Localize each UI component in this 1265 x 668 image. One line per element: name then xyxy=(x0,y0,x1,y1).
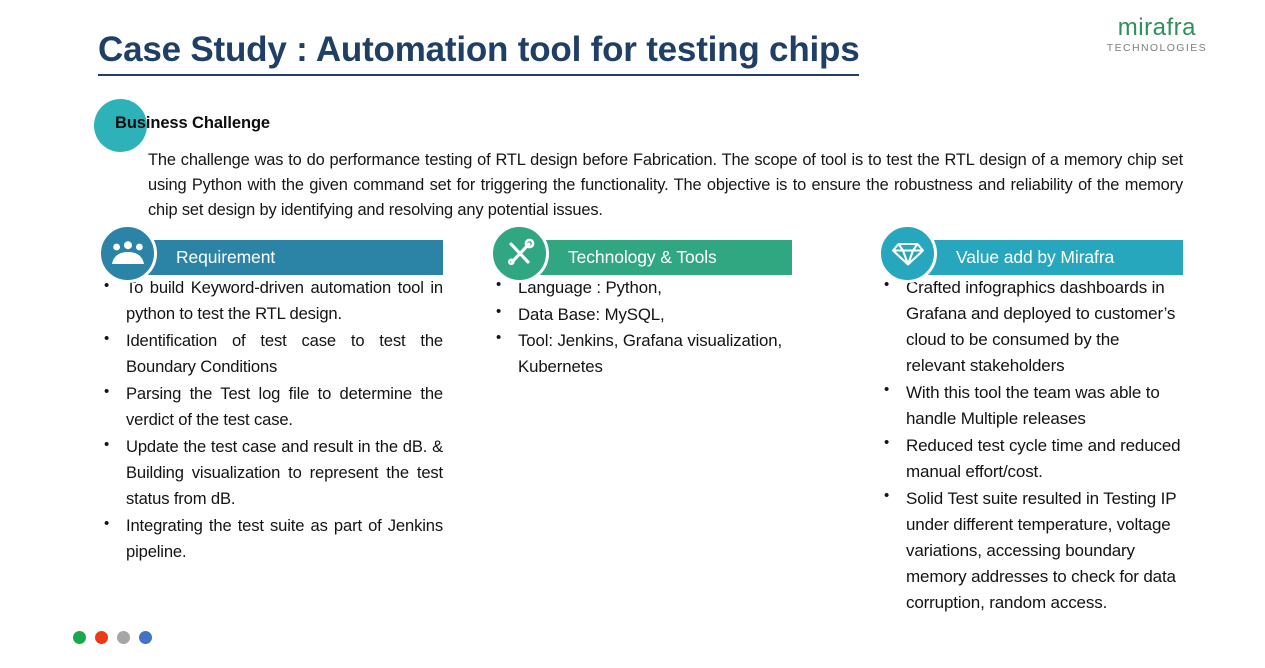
column-requirement: Requirement To build Keyword-driven auto… xyxy=(98,223,443,567)
dot-gray-icon xyxy=(117,631,130,644)
footer-dot-group xyxy=(73,631,152,644)
value-add-banner: Value add by Mirafra xyxy=(878,223,1183,283)
requirement-banner-bar xyxy=(113,240,443,275)
brand-logo: mirafra TECHNOLOGIES xyxy=(1107,16,1207,54)
dot-green-icon xyxy=(73,631,86,644)
requirement-banner: Requirement xyxy=(98,223,443,283)
list-item: To build Keyword-driven automation tool … xyxy=(98,274,443,327)
list-item: Data Base: MySQL, xyxy=(490,301,792,328)
requirement-list: To build Keyword-driven automation tool … xyxy=(98,274,443,566)
people-group-icon xyxy=(98,223,157,283)
list-item: With this tool the team was able to hand… xyxy=(878,379,1183,432)
technology-tools-list: Language : Python, Data Base: MySQL, Too… xyxy=(490,274,792,380)
business-challenge-heading: Business Challenge xyxy=(115,114,270,132)
logo-tagline: TECHNOLOGIES xyxy=(1106,42,1207,54)
list-item: Reduced test cycle time and reduced manu… xyxy=(878,432,1183,485)
value-add-heading: Value add by Mirafra xyxy=(956,247,1115,267)
dot-blue-icon xyxy=(139,631,152,644)
page-title: Case Study : Automation tool for testing… xyxy=(98,30,860,76)
list-item: Language : Python, xyxy=(490,274,792,301)
technology-tools-heading: Technology & Tools xyxy=(568,247,717,267)
diamond-icon xyxy=(878,223,937,283)
business-challenge-body: The challenge was to do performance test… xyxy=(148,151,1183,219)
list-item: Parsing the Test log file to determine t… xyxy=(98,380,443,433)
requirement-heading: Requirement xyxy=(176,247,276,267)
list-item: Tool: Jenkins, Grafana visualization, Ku… xyxy=(490,327,792,379)
wrench-screwdriver-icon xyxy=(490,223,549,283)
dot-red-icon xyxy=(95,631,108,644)
list-item: Identification of test case to test the … xyxy=(98,327,443,380)
column-value-add: Value add by Mirafra Crafted infographic… xyxy=(878,223,1183,617)
column-technology-tools: Technology & Tools Language : Python, Da… xyxy=(490,223,792,381)
list-item: Integrating the test suite as part of Je… xyxy=(98,512,443,565)
technology-tools-banner: Technology & Tools xyxy=(490,223,792,283)
logo-company-name: mirafra xyxy=(1117,14,1196,41)
list-item: Solid Test suite resulted in Testing IP … xyxy=(878,485,1183,616)
value-add-list: Crafted infographics dashboards in Grafa… xyxy=(878,274,1183,616)
list-item: Crafted infographics dashboards in Grafa… xyxy=(878,274,1183,379)
list-item: Update the test case and result in the d… xyxy=(98,433,443,512)
